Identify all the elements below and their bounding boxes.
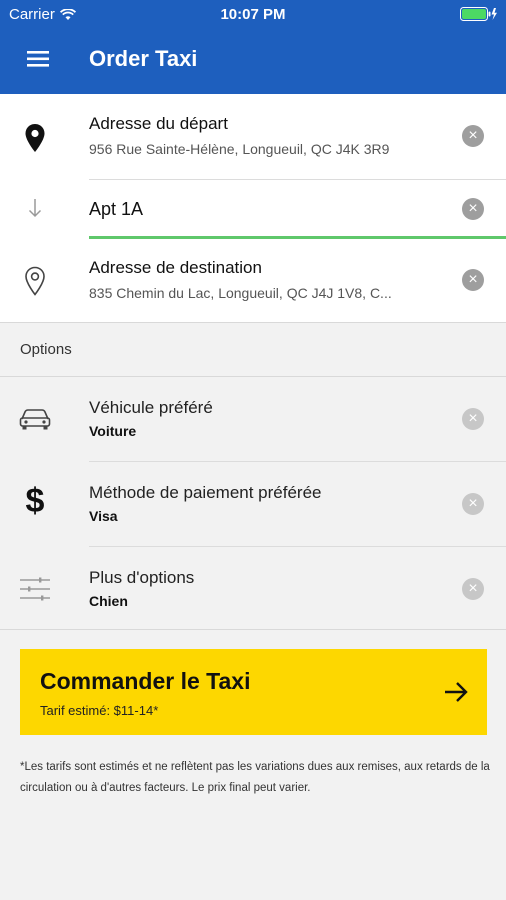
departure-value: 956 Rue Sainte-Hélène, Longueuil, QC J4K… [89,141,390,157]
arrow-right-icon [445,682,468,702]
clear-destination-icon[interactable]: × [462,269,484,291]
vehicle-value: Voiture [89,423,137,439]
destination-address-row[interactable]: Adresse de destination 835 Chemin du Lac… [0,239,506,323]
arrow-down-icon [18,198,52,218]
location-pin-filled-icon [18,123,52,153]
clear-more-options-icon[interactable]: × [462,578,484,600]
vehicle-option-row[interactable]: Véhicule préféré Voiture × [0,377,506,461]
clear-payment-icon[interactable]: × [462,493,484,515]
estimated-fare: Tarif estimé: $11-14* [40,703,159,718]
options-section: Véhicule préféré Voiture × $ Méthode de … [0,376,506,630]
options-section-label: Options [20,341,72,358]
location-pin-outline-icon [18,266,52,296]
status-bar: Carrier 10:07 PM [0,0,506,28]
fare-disclaimer: *Les tarifs sont estimés et ne reflètent… [20,761,490,794]
hamburger-menu-icon[interactable] [24,46,54,72]
more-options-value: Chien [89,593,128,609]
clear-vehicle-icon[interactable]: × [462,408,484,430]
clear-apartment-icon[interactable]: × [462,198,484,220]
status-time: 10:07 PM [220,6,286,23]
more-options-label: Plus d'options [89,568,195,587]
sliders-icon [18,577,52,601]
payment-value: Visa [89,508,118,524]
address-section: Adresse du départ 956 Rue Sainte-Hélène,… [0,94,506,323]
order-button-title: Commander le Taxi [40,668,251,694]
app-header: Carrier 10:07 PM Order Taxi [0,0,506,94]
clear-departure-icon[interactable]: × [462,125,484,147]
battery-icon [460,7,497,21]
departure-address-row[interactable]: Adresse du départ 956 Rue Sainte-Hélène,… [0,94,506,179]
more-options-row[interactable]: Plus d'options Chien × [0,547,506,631]
apartment-row[interactable]: Apt 1A × [0,180,506,238]
order-taxi-button[interactable]: Commander le Taxi Tarif estimé: $11-14* [20,649,487,735]
destination-label: Adresse de destination [89,258,262,277]
dollar-icon: $ [25,482,45,520]
payment-label: Méthode de paiement préférée [89,483,322,502]
apartment-input[interactable]: Apt 1A [89,199,143,220]
destination-value: 835 Chemin du Lac, Longueuil, QC J4J 1V8… [89,285,392,301]
car-icon [18,407,52,431]
page-title: Order Taxi [89,46,198,71]
payment-option-row[interactable]: $ Méthode de paiement préférée Visa × [0,462,506,546]
vehicle-label: Véhicule préféré [89,398,213,417]
departure-label: Adresse du départ [89,114,228,133]
